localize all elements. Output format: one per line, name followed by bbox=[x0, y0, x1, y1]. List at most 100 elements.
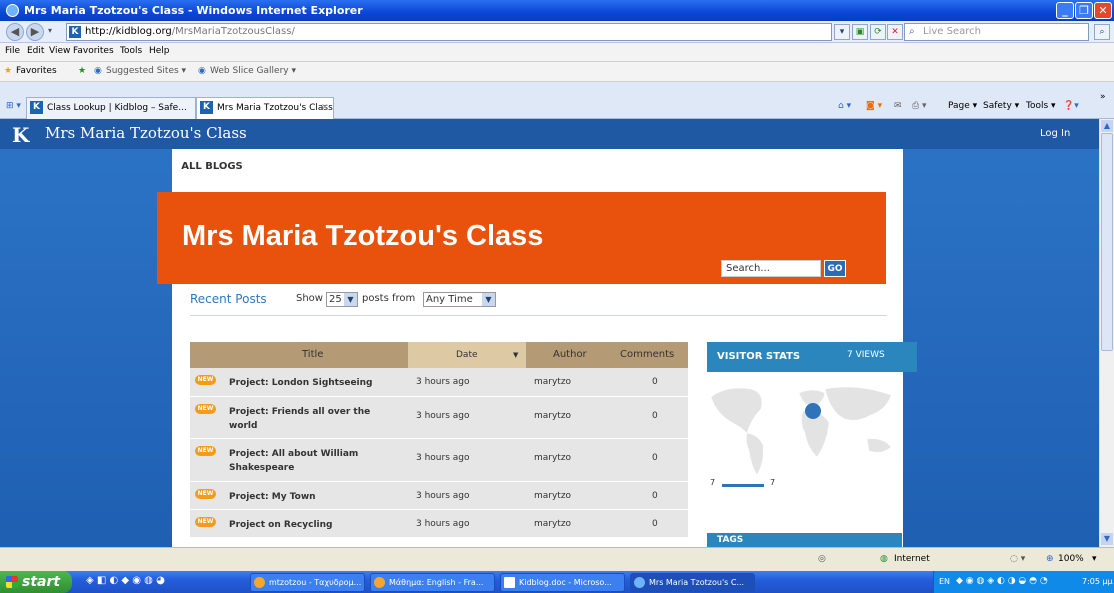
home-icon[interactable]: ⌂ ▾ bbox=[838, 101, 851, 111]
start-button[interactable]: start bbox=[0, 571, 72, 593]
taskbar-item-english[interactable]: Μάθημα: English - Fra... bbox=[370, 573, 495, 592]
minimize-button[interactable]: _ bbox=[1056, 2, 1074, 19]
col-date[interactable]: Date bbox=[456, 350, 478, 360]
zoom-level[interactable]: 100% bbox=[1058, 554, 1084, 564]
visitor-stats-heading: VISITOR STATS bbox=[717, 351, 801, 362]
post-author[interactable]: marytzo bbox=[534, 453, 571, 463]
tab-class-lookup[interactable]: K Class Lookup | Kidblog – Safe... bbox=[26, 97, 196, 119]
site-title[interactable]: Mrs Maria Tzotzou's Class bbox=[45, 124, 247, 142]
live-search-input[interactable]: ⌕ Live Search bbox=[904, 23, 1089, 41]
post-author[interactable]: marytzo bbox=[534, 377, 571, 387]
menu-help[interactable]: Help bbox=[149, 46, 170, 56]
taskbar-item-label: mtzotzou - Ταχυδρομ... bbox=[269, 578, 362, 587]
menu-view[interactable]: View bbox=[49, 46, 70, 56]
post-title-link[interactable]: Project on Recycling bbox=[229, 518, 389, 532]
feeds-icon[interactable]: ◙ ▾ bbox=[866, 101, 882, 111]
search-go-button[interactable]: GO bbox=[824, 260, 846, 277]
kidblog-favicon: K bbox=[69, 26, 81, 38]
col-comments[interactable]: Comments bbox=[620, 349, 674, 360]
col-title[interactable]: Title bbox=[302, 349, 323, 360]
scroll-up-icon[interactable]: ▲ bbox=[1101, 120, 1113, 132]
page-content: K Mrs Maria Tzotzou's Class Log In ALL B… bbox=[0, 119, 1099, 547]
visitor-views-count: 7 VIEWS bbox=[847, 350, 885, 360]
table-row[interactable]: NEW Project: All about William Shakespea… bbox=[190, 439, 688, 482]
menu-favorites[interactable]: Favorites bbox=[73, 46, 114, 56]
tray-icons[interactable]: ◆ ◉ ◍ ◈ ◐ ◑ ◒ ◓ ◔ bbox=[956, 576, 1048, 586]
chevron-more-icon[interactable]: » bbox=[1100, 92, 1106, 102]
web-slice-icon: ◉ bbox=[198, 66, 206, 76]
divider bbox=[190, 315, 887, 316]
close-button[interactable]: ✕ bbox=[1094, 2, 1112, 19]
tab-label: Mrs Maria Tzotzou's Class bbox=[217, 103, 333, 113]
suggested-sites-link[interactable]: Suggested Sites ▾ bbox=[106, 66, 186, 76]
post-comments: 0 bbox=[652, 453, 658, 463]
menu-tools[interactable]: Tools bbox=[120, 46, 142, 56]
menu-edit[interactable]: Edit bbox=[27, 46, 44, 56]
close-tab-icon[interactable]: ✕ bbox=[321, 98, 329, 118]
url-dropdown-icon[interactable]: ▾ bbox=[834, 24, 850, 40]
table-row[interactable]: NEW Project: Friends all over the world … bbox=[190, 397, 688, 439]
forward-button[interactable]: ▶ bbox=[26, 23, 44, 41]
blog-search-input[interactable]: Search... bbox=[721, 260, 821, 277]
quick-launch-icons[interactable]: ◈ ◧ ◐ ◆ ◉ ◍ ◕ bbox=[86, 575, 165, 586]
zoom-dropdown-icon[interactable]: ▾ bbox=[1092, 554, 1097, 564]
history-dropdown-icon[interactable]: ▾ bbox=[48, 26, 52, 35]
tab-label: Class Lookup | Kidblog – Safe... bbox=[47, 103, 187, 113]
table-row[interactable]: NEW Project on Recycling 3 hours ago mar… bbox=[190, 510, 688, 538]
window-title: Mrs Maria Tzotzou's Class - Windows Inte… bbox=[24, 4, 363, 17]
post-title-link[interactable]: Project: My Town bbox=[229, 490, 389, 504]
print-icon[interactable]: ⎙ ▾ bbox=[912, 101, 927, 111]
table-header: Title Date ▼ Author Comments bbox=[190, 342, 688, 368]
recent-posts-bar: Recent Posts Show 25 ▼ posts from Any Ti… bbox=[190, 292, 890, 312]
show-label: Show bbox=[296, 293, 323, 304]
table-row[interactable]: NEW Project: London Sightseeing 3 hours … bbox=[190, 368, 688, 397]
vertical-scrollbar[interactable]: ▲ ▼ bbox=[1099, 119, 1114, 547]
post-author[interactable]: marytzo bbox=[534, 411, 571, 421]
firefox-icon bbox=[254, 577, 265, 588]
compatibility-icon[interactable]: ▣ bbox=[852, 24, 868, 40]
help-icon[interactable]: ❓▾ bbox=[1063, 101, 1079, 111]
favorites-button[interactable]: Favorites bbox=[16, 66, 57, 76]
table-row[interactable]: NEW Project: My Town 3 hours ago marytzo… bbox=[190, 482, 688, 510]
post-date: 3 hours ago bbox=[416, 519, 470, 529]
page-menu[interactable]: Page ▾ bbox=[948, 101, 977, 111]
safety-menu[interactable]: Safety ▾ bbox=[983, 101, 1019, 111]
kidblog-logo[interactable]: K bbox=[12, 123, 29, 147]
language-indicator[interactable]: EN bbox=[939, 577, 950, 586]
post-count-select[interactable]: 25 ▼ bbox=[326, 292, 358, 307]
protected-mode-icon[interactable]: ◌ ▾ bbox=[1010, 554, 1025, 564]
maximize-button[interactable]: ❐ bbox=[1075, 2, 1093, 19]
sort-desc-icon[interactable]: ▼ bbox=[513, 351, 518, 359]
scrollbar-thumb[interactable] bbox=[1101, 133, 1113, 351]
post-title-link[interactable]: Project: Friends all over the world bbox=[229, 405, 389, 433]
privacy-icon[interactable]: ◎ bbox=[818, 554, 826, 564]
menu-file[interactable]: File bbox=[5, 46, 20, 56]
web-slice-link[interactable]: Web Slice Gallery ▾ bbox=[210, 66, 296, 76]
taskbar-item-mail[interactable]: mtzotzou - Ταχυδρομ... bbox=[250, 573, 365, 592]
tab-mrs-maria-class[interactable]: K Mrs Maria Tzotzou's Class ✕ bbox=[196, 97, 334, 119]
post-title-link[interactable]: Project: London Sightseeing bbox=[229, 376, 389, 390]
scroll-down-icon[interactable]: ▼ bbox=[1101, 533, 1113, 545]
post-title-link[interactable]: Project: All about William Shakespeare bbox=[229, 447, 389, 475]
mail-icon[interactable]: ✉ bbox=[894, 101, 902, 111]
taskbar-item-label: Mrs Maria Tzotzou's C... bbox=[649, 578, 745, 587]
all-blogs-tab[interactable]: ALL BLOGS bbox=[172, 155, 252, 179]
post-author[interactable]: marytzo bbox=[534, 519, 571, 529]
add-favorite-icon[interactable]: ★ bbox=[78, 66, 86, 76]
login-link[interactable]: Log In bbox=[1040, 128, 1070, 139]
zoom-icon[interactable]: ⊕ bbox=[1046, 554, 1054, 564]
refresh-icon[interactable]: ⟳ bbox=[870, 24, 886, 40]
stop-icon[interactable]: ✕ bbox=[887, 24, 903, 40]
col-author[interactable]: Author bbox=[553, 349, 587, 360]
time-range-select[interactable]: Any Time ▼ bbox=[423, 292, 496, 307]
taskbar-item-ie[interactable]: Mrs Maria Tzotzou's C... bbox=[630, 573, 755, 592]
taskbar-item-word[interactable]: Kidblog.doc - Microso... bbox=[500, 573, 625, 592]
post-comments: 0 bbox=[652, 519, 658, 529]
quick-tabs-icon[interactable]: ⊞ ▾ bbox=[6, 101, 21, 111]
post-date: 3 hours ago bbox=[416, 453, 470, 463]
post-author[interactable]: marytzo bbox=[534, 491, 571, 501]
url-input[interactable]: K http://kidblog.org/MrsMariaTzotzousCla… bbox=[66, 23, 832, 41]
search-go-icon[interactable]: ⌕ bbox=[1094, 24, 1110, 40]
back-button[interactable]: ◀ bbox=[6, 23, 24, 41]
tools-menu[interactable]: Tools ▾ bbox=[1026, 101, 1056, 111]
